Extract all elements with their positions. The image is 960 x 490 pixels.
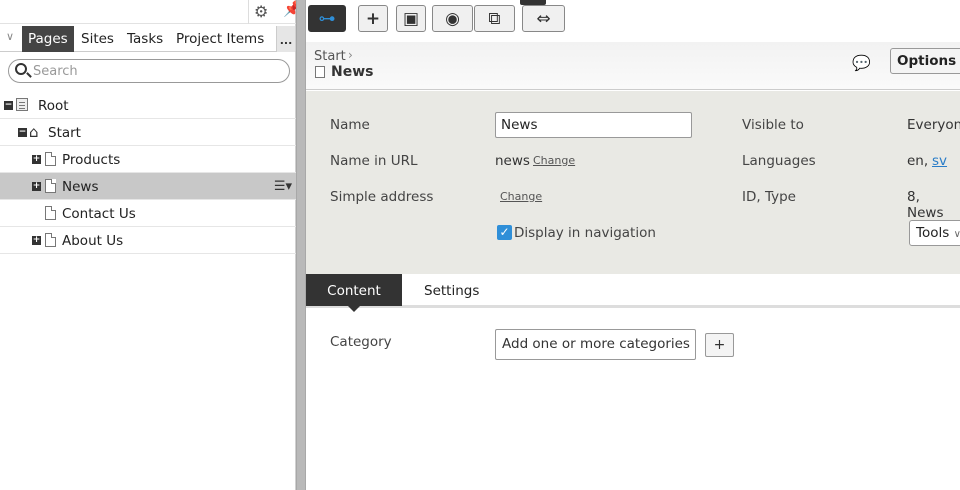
blocks-icon: ▣	[402, 9, 420, 29]
tree-item-start[interactable]: − ⌂ Start	[0, 119, 296, 146]
name-field[interactable]	[495, 112, 692, 138]
breadcrumb[interactable]: Start	[314, 49, 346, 64]
simple-address-label: Simple address	[330, 189, 434, 205]
chevron-down-icon: ∨	[953, 229, 960, 240]
collapse-icon[interactable]: −	[4, 101, 13, 110]
gear-icon[interactable]: ⚙	[254, 2, 268, 21]
content-tabs: Content Settings	[306, 274, 960, 312]
search-icon	[15, 63, 27, 75]
tree-item-about-us[interactable]: + About Us	[0, 227, 296, 254]
tab-tasks[interactable]: Tasks	[127, 26, 163, 52]
tab-sites[interactable]: Sites	[81, 26, 114, 52]
tab-project-items[interactable]: Project Items	[176, 26, 264, 52]
page-header: Start › News 💬 Options	[306, 42, 960, 90]
tree-item-products[interactable]: + Products	[0, 146, 296, 173]
page-icon	[45, 233, 56, 247]
pane-splitter[interactable]	[296, 0, 306, 490]
compare-button[interactable]: ⇔	[522, 5, 565, 32]
tree-item-contact-us[interactable]: Contact Us	[0, 200, 296, 227]
tools-button[interactable]: Tools ∨	[909, 220, 960, 246]
tree-icon: ⊶	[318, 9, 336, 29]
tree-item-root[interactable]: − Root	[0, 92, 296, 119]
visible-to-label: Visible to	[742, 117, 804, 133]
preview-zoom-icon: ⧉	[488, 9, 501, 29]
more-tabs-button[interactable]: ...	[276, 26, 295, 52]
view-settings-button[interactable]: ⧉	[474, 5, 515, 32]
context-menu-icon[interactable]: ☰▾	[274, 179, 292, 194]
url-value: news	[495, 153, 530, 169]
tree-item-label: About Us	[62, 233, 124, 249]
languages-value: en,	[907, 153, 929, 169]
name-label: Name	[330, 117, 370, 133]
change-url-link[interactable]: Change	[533, 154, 575, 167]
visible-to-value: Everyon	[907, 117, 960, 133]
chevron-down-icon[interactable]: ∨	[6, 30, 14, 43]
home-icon: ⌂	[29, 123, 39, 141]
url-label: Name in URL	[330, 153, 418, 169]
comment-icon[interactable]: 💬	[852, 54, 871, 72]
tab-pages[interactable]: Pages	[22, 26, 74, 52]
tools-label: Tools	[916, 225, 950, 241]
pane-tabs: ∨ Pages Sites Tasks Project Items ...	[0, 26, 296, 52]
chevron-right-icon: ›	[348, 48, 353, 62]
add-category-plus-button[interactable]: +	[705, 333, 734, 357]
divider	[248, 0, 249, 24]
search-input[interactable]	[33, 62, 283, 80]
display-in-navigation-checkbox[interactable]: ✓	[497, 225, 512, 240]
tree-item-label: Start	[48, 125, 81, 141]
plus-icon: +	[365, 9, 381, 29]
options-button[interactable]: Options	[890, 48, 960, 74]
pane-toolbar: ⚙ 📌	[0, 0, 302, 24]
tree-item-label: Root	[38, 98, 69, 114]
page-icon	[315, 66, 325, 78]
preview-button[interactable]: ◉	[432, 5, 473, 32]
search-box[interactable]	[8, 59, 290, 83]
editor-pane: ⊶ + ▣ ◉ ⧉ ⇔ Start › News 💬 Options Name …	[306, 0, 960, 490]
tree-item-label: News	[62, 179, 99, 195]
language-link-sv[interactable]: sv	[932, 153, 947, 169]
collapse-icon[interactable]: −	[18, 128, 27, 137]
page-title: News	[331, 64, 374, 80]
id-type-label: ID, Type	[742, 189, 796, 205]
navigation-pane: ⚙ 📌 ∨ Pages Sites Tasks Project Items ..…	[0, 0, 302, 490]
add-categories-button[interactable]: Add one or more categories	[495, 329, 696, 360]
tree-item-news[interactable]: + News ☰▾	[0, 173, 296, 200]
structure-button[interactable]: ▣	[396, 5, 426, 32]
root-icon	[16, 98, 28, 111]
new-page-button[interactable]: +	[358, 5, 388, 32]
tab-settings[interactable]: Settings	[424, 274, 479, 306]
expand-icon[interactable]: +	[32, 155, 41, 164]
change-simple-address-link[interactable]: Change	[500, 190, 542, 203]
main-toolbar: ⊶ + ▣ ◉ ⧉ ⇔	[306, 0, 960, 42]
eye-icon: ◉	[445, 9, 460, 29]
page-tree-toggle-button[interactable]: ⊶	[308, 5, 346, 32]
category-label: Category	[330, 334, 392, 350]
languages-label: Languages	[742, 153, 816, 169]
expand-icon[interactable]: +	[32, 236, 41, 245]
display-in-navigation-label: Display in navigation	[514, 225, 656, 241]
tab-content[interactable]: Content	[306, 274, 402, 312]
page-icon	[45, 179, 56, 193]
expand-icon[interactable]: +	[32, 182, 41, 191]
compare-icon: ⇔	[536, 9, 551, 29]
tree-item-label: Contact Us	[62, 206, 136, 222]
id-type-value: 8, News	[907, 189, 944, 221]
tree-item-label: Products	[62, 152, 121, 168]
properties-panel: Name Name in URL news Change Simple addr…	[306, 91, 960, 274]
page-icon	[45, 152, 56, 166]
page-icon	[45, 206, 56, 220]
